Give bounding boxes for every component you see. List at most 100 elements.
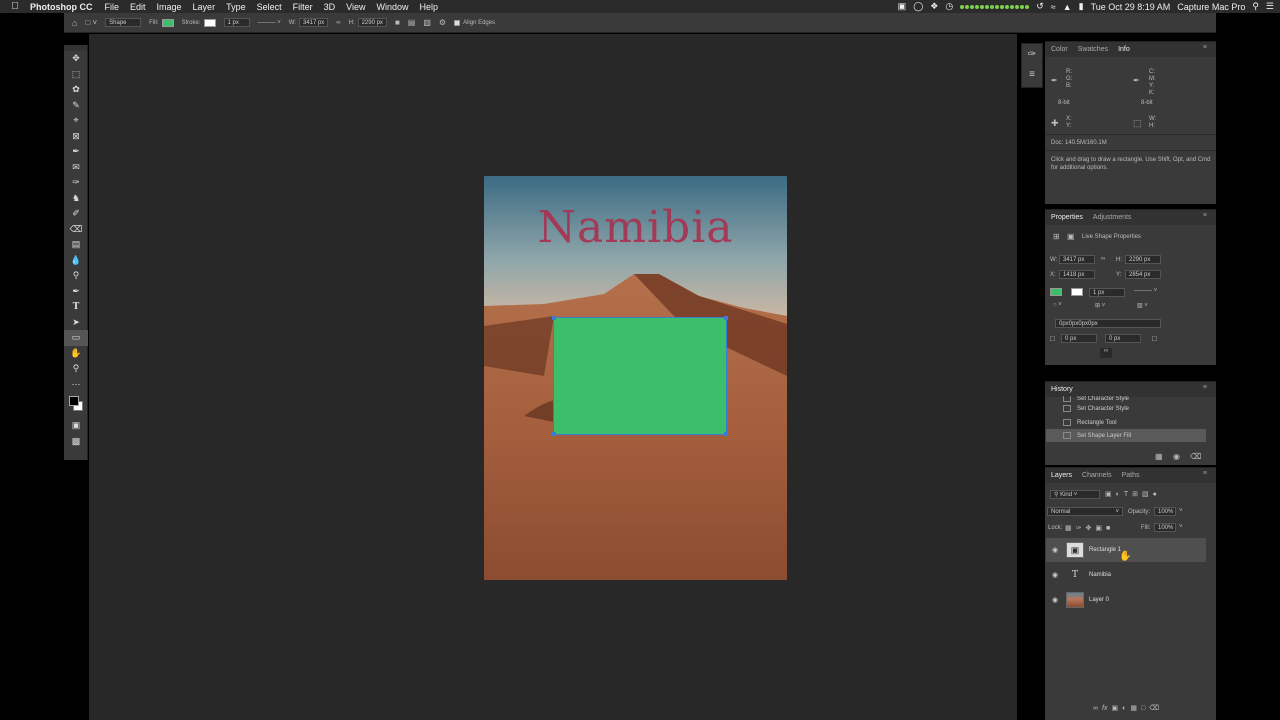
path-alignment-icon[interactable]: ▤: [408, 18, 416, 27]
prop-width-field[interactable]: 3417 px: [1059, 255, 1095, 264]
link-layers-icon[interactable]: ∞: [1093, 705, 1098, 712]
history-item[interactable]: Set Character Style: [1046, 402, 1206, 415]
gear-icon[interactable]: ⚙: [439, 18, 446, 27]
filter-shape-icon[interactable]: ⊞: [1132, 490, 1138, 498]
panel-menu-icon[interactable]: ≡: [1203, 44, 1207, 51]
document-canvas[interactable]: Namibia: [484, 176, 787, 580]
tab-info[interactable]: Info: [1118, 46, 1130, 53]
width-field[interactable]: 3417 px: [298, 18, 329, 27]
path-select-tool-icon[interactable]: ➤: [64, 315, 88, 331]
eraser-tool-icon[interactable]: ⌫: [64, 222, 88, 238]
blend-mode-select[interactable]: Normal ˅: [1047, 507, 1123, 516]
pen-tool-icon[interactable]: ✒: [64, 284, 88, 300]
new-group-icon[interactable]: ▦: [1130, 704, 1137, 712]
type-tool-icon[interactable]: T: [64, 299, 88, 315]
brush-tool-icon[interactable]: ✑: [64, 175, 88, 191]
filter-toggle-icon[interactable]: ●: [1153, 491, 1157, 498]
menu-image[interactable]: Image: [157, 2, 182, 12]
quick-select-tool-icon[interactable]: ✎: [64, 98, 88, 114]
screen-mode-icon[interactable]: ▩: [64, 434, 88, 450]
time-machine-icon[interactable]: ↺: [1036, 1, 1044, 12]
filter-smart-object-icon[interactable]: ▧: [1142, 490, 1149, 498]
filter-adjustment-icon[interactable]: ◐: [1116, 491, 1120, 498]
apple-icon[interactable]: : [0, 1, 30, 12]
notification-icon[interactable]: ☰: [1266, 1, 1274, 12]
history-item[interactable]: Rectangle Tool: [1046, 416, 1206, 429]
layer-row-namibia[interactable]: ◉ T Namibia: [1046, 563, 1206, 587]
menu-clock[interactable]: Tue Oct 29 8:19 AM: [1091, 2, 1171, 12]
home-icon[interactable]: ⌂: [72, 18, 77, 28]
prop-radius-left-field[interactable]: 0 px: [1061, 334, 1097, 343]
stroke-width-field[interactable]: 1 px: [223, 18, 250, 27]
tab-layers[interactable]: Layers: [1051, 472, 1072, 479]
shape-anchor-bl[interactable]: [552, 432, 556, 436]
marquee-tool-icon[interactable]: ⬚: [64, 67, 88, 83]
menu-3d[interactable]: 3D: [324, 2, 336, 12]
align-edges-checkbox[interactable]: [454, 19, 461, 26]
filter-type-icon[interactable]: T: [1124, 491, 1128, 498]
panel-menu-icon[interactable]: ≡: [1203, 384, 1207, 391]
filter-pixel-icon[interactable]: ▣: [1105, 490, 1112, 498]
link-icon[interactable]: ∞: [336, 20, 340, 26]
zoom-tool-icon[interactable]: ⚲: [64, 361, 88, 377]
shape-mode-select[interactable]: Shape: [105, 18, 142, 27]
hand-tool-icon[interactable]: ✋: [64, 346, 88, 362]
menu-select[interactable]: Select: [257, 2, 282, 12]
layer-name[interactable]: Layer 0: [1089, 597, 1109, 603]
prop-fill-swatch[interactable]: [1050, 288, 1062, 296]
add-mask-icon[interactable]: ▣: [1111, 704, 1118, 712]
menu-user[interactable]: Capture Mac Pro: [1177, 2, 1245, 12]
prop-height-field[interactable]: 2290 px: [1125, 255, 1161, 264]
adjustment-layer-icon[interactable]: ◐: [1122, 705, 1126, 712]
dodge-tool-icon[interactable]: ⚲: [64, 268, 88, 284]
lock-all-icon[interactable]: ■: [1106, 525, 1110, 532]
trash-icon[interactable]: ⌫: [1190, 452, 1201, 461]
menu-edit[interactable]: Edit: [130, 2, 146, 12]
namibia-title-text[interactable]: Namibia: [484, 202, 787, 253]
layer-name[interactable]: Rectangle 1: [1089, 547, 1121, 553]
prop-stroke-type-select[interactable]: ——— ˅: [1134, 288, 1157, 294]
tool-preset-picker[interactable]: □ ˅: [85, 18, 97, 27]
clock-icon[interactable]: ◷: [945, 1, 953, 12]
shape-anchor-tr[interactable]: [724, 316, 728, 320]
green-rectangle-shape[interactable]: [552, 316, 728, 436]
prop-stroke-align-icon[interactable]: ○ ˅: [1053, 302, 1062, 308]
layer-filter-kind-select[interactable]: ⚲ Kind ˅: [1050, 490, 1100, 499]
quick-mask-icon[interactable]: ▣: [64, 418, 88, 434]
tab-color[interactable]: Color: [1051, 46, 1068, 53]
lock-position-icon[interactable]: ✥: [1086, 524, 1092, 532]
shape-anchor-tl[interactable]: [552, 316, 556, 320]
rectangle-tool-icon[interactable]: ▭: [64, 330, 88, 346]
panel-menu-icon[interactable]: ≡: [1203, 212, 1207, 219]
foreground-color[interactable]: [69, 396, 79, 406]
eye-icon[interactable]: ◉: [1048, 571, 1062, 579]
new-layer-icon[interactable]: □: [1141, 705, 1145, 712]
gradient-tool-icon[interactable]: ▤: [64, 237, 88, 253]
stroke-swatch[interactable]: [203, 18, 216, 27]
prop-stroke-width-field[interactable]: 1 px: [1089, 288, 1125, 297]
screen-record-icon[interactable]: ▣: [898, 1, 907, 12]
tab-adjustments[interactable]: Adjustments: [1093, 214, 1132, 221]
healing-brush-tool-icon[interactable]: ✉: [64, 160, 88, 176]
lock-artboard-icon[interactable]: ▣: [1095, 524, 1102, 532]
history-brush-tool-icon[interactable]: ✐: [64, 206, 88, 222]
brush-settings-icon[interactable]: ✑: [1022, 44, 1042, 64]
height-field[interactable]: 2290 px: [357, 18, 387, 27]
tab-swatches[interactable]: Swatches: [1078, 46, 1108, 53]
more-tools-icon[interactable]: ⋯: [64, 377, 88, 393]
wifi-icon[interactable]: ≈: [1051, 2, 1056, 12]
blur-tool-icon[interactable]: 💧: [64, 253, 88, 269]
history-item-selected[interactable]: Set Shape Layer Fill: [1046, 429, 1206, 442]
creative-cloud-icon[interactable]: ◯: [913, 1, 923, 12]
volume-icon[interactable]: ▲: [1063, 2, 1072, 12]
menu-type[interactable]: Type: [226, 2, 246, 12]
fill-swatch[interactable]: [161, 18, 174, 27]
radius-link-icon[interactable]: ∞: [1100, 348, 1112, 358]
lock-pixels-icon[interactable]: ✑: [1076, 524, 1082, 532]
fill-chevron-icon[interactable]: ˅: [1179, 524, 1183, 530]
menu-window[interactable]: Window: [376, 2, 408, 12]
layer-row-layer0[interactable]: ◉ Layer 0: [1046, 588, 1206, 612]
move-tool-icon[interactable]: ✥: [64, 51, 88, 67]
path-operations-icon[interactable]: ■: [395, 18, 400, 27]
tab-properties[interactable]: Properties: [1051, 214, 1083, 221]
